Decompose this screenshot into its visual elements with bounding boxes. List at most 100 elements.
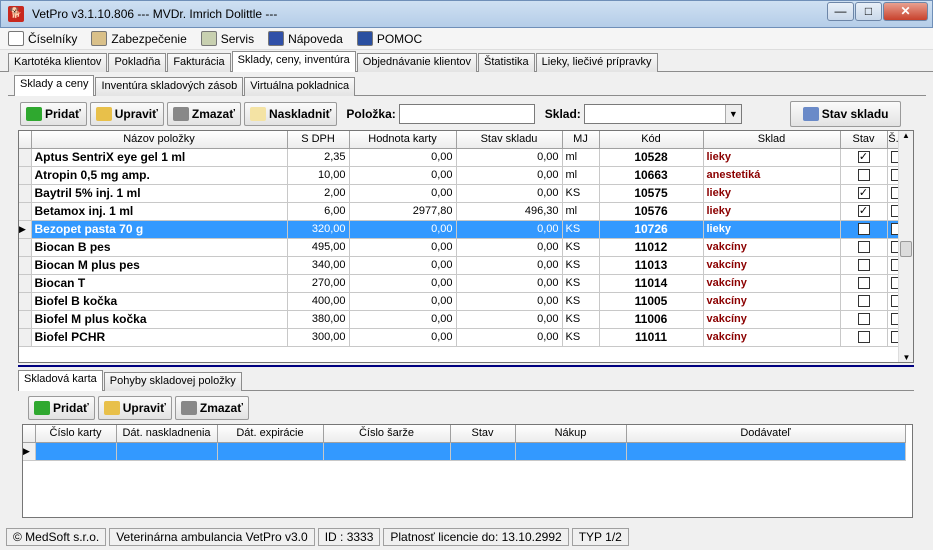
- checkbox-unchecked[interactable]: [857, 313, 870, 326]
- cell-stock[interactable]: 496,30: [456, 202, 563, 221]
- cell-card-value[interactable]: 0,00: [349, 184, 457, 203]
- cell-status[interactable]: ✓: [840, 202, 888, 221]
- delete-button[interactable]: Zmazať: [166, 102, 241, 126]
- cell-status[interactable]: ✓: [840, 220, 888, 239]
- cell-card-value[interactable]: 0,00: [349, 328, 457, 347]
- cell-stock[interactable]: 0,00: [456, 328, 563, 347]
- cell-unit[interactable]: KS: [562, 256, 600, 275]
- cell-code[interactable]: 11013: [599, 256, 704, 275]
- tab-virtualna-pokladnica[interactable]: Virtuálna pokladnica: [244, 77, 356, 96]
- cell-stock[interactable]: 0,00: [456, 256, 563, 275]
- cell-code[interactable]: 11012: [599, 238, 704, 257]
- cell-stock[interactable]: 0,00: [456, 148, 563, 167]
- cell-unit[interactable]: KS: [562, 328, 600, 347]
- col-expiry-date[interactable]: Dát. expirácie: [217, 425, 324, 443]
- cell-status[interactable]: [840, 256, 888, 275]
- cell-name[interactable]: Biocan B pes: [31, 238, 288, 257]
- cell-status[interactable]: [840, 292, 888, 311]
- cell-status[interactable]: [840, 310, 888, 329]
- col-unit[interactable]: MJ: [562, 131, 600, 149]
- cell-code[interactable]: 10663: [599, 166, 704, 185]
- cell-warehouse[interactable]: lieky: [703, 148, 841, 167]
- checkbox-checked[interactable]: ✓: [857, 151, 870, 164]
- col-batch[interactable]: Číslo šarže: [323, 425, 451, 443]
- cell-stock[interactable]: 0,00: [456, 166, 563, 185]
- cell-card-value[interactable]: 0,00: [349, 238, 457, 257]
- cell-name[interactable]: Betamox inj. 1 ml: [31, 202, 288, 221]
- cell-code[interactable]: 11011: [599, 328, 704, 347]
- cell-stock[interactable]: 0,00: [456, 292, 563, 311]
- menu-pomoc[interactable]: POMOC: [356, 31, 422, 46]
- card-cell[interactable]: [450, 442, 516, 461]
- cell-unit[interactable]: KS: [562, 310, 600, 329]
- cell-price[interactable]: 380,00: [287, 310, 350, 329]
- tab-sklady-ceny[interactable]: Sklady a ceny: [14, 75, 95, 96]
- cell-card-value[interactable]: 0,00: [349, 256, 457, 275]
- cell-name[interactable]: Biofel M plus kočka: [31, 310, 288, 329]
- table-row[interactable]: Biofel B kočka 400,00 0,00 0,00 KS 11005 vakcí…: [19, 292, 907, 311]
- cell-card-value[interactable]: 0,00: [349, 274, 457, 293]
- checkbox-unchecked[interactable]: [857, 277, 870, 290]
- cell-card-value[interactable]: 0,00: [349, 148, 457, 167]
- cell-warehouse[interactable]: vakcíny: [703, 238, 841, 257]
- table-row[interactable]: Biocan M plus pes 340,00 0,00 0,00 KS 11013 va…: [19, 256, 907, 275]
- cell-unit[interactable]: KS: [562, 238, 600, 257]
- table-row[interactable]: Biofel M plus kočka 380,00 0,00 0,00 KS 11006…: [19, 310, 907, 329]
- cell-warehouse[interactable]: vakcíny: [703, 292, 841, 311]
- cell-price[interactable]: 2,35: [287, 148, 350, 167]
- table-row[interactable]: Biocan T 270,00 0,00 0,00 KS 11014 vakcíny: [19, 274, 907, 293]
- table-row[interactable]: Biocan B pes 495,00 0,00 0,00 KS 11012 vakcíny: [19, 238, 907, 257]
- tab-statistika[interactable]: Štatistika: [478, 53, 535, 72]
- card-cell[interactable]: [116, 442, 218, 461]
- cell-stock[interactable]: 0,00: [456, 220, 563, 239]
- col-code[interactable]: Kód: [599, 131, 704, 149]
- chevron-down-icon[interactable]: ▼: [724, 105, 741, 123]
- cell-unit[interactable]: ml: [562, 148, 600, 167]
- tab-lieky[interactable]: Lieky, liečivé prípravky: [535, 53, 658, 72]
- tab-kartoteka[interactable]: Kartotéka klientov: [8, 53, 108, 72]
- table-row[interactable]: ▶ Bezopet pasta 70 g 320,00 0,00 0,00 KS 10726…: [19, 220, 907, 239]
- cell-name[interactable]: Biofel PCHR: [31, 328, 288, 347]
- tab-pohyby[interactable]: Pohyby skladovej položky: [103, 372, 242, 391]
- menu-napoveda[interactable]: Nápoveda: [268, 31, 343, 46]
- cell-name[interactable]: Biocan T: [31, 274, 288, 293]
- table-row[interactable]: Baytril 5% inj. 1 ml 2,00 0,00 0,00 KS 10575 l…: [19, 184, 907, 203]
- tab-inventura[interactable]: Inventúra skladových zásob: [95, 77, 244, 96]
- cell-warehouse[interactable]: vakcíny: [703, 310, 841, 329]
- card-add-button[interactable]: Pridať: [28, 396, 95, 420]
- cell-price[interactable]: 270,00: [287, 274, 350, 293]
- cell-price[interactable]: 320,00: [287, 220, 350, 239]
- card-cell[interactable]: [35, 442, 117, 461]
- checkbox-unchecked[interactable]: [857, 295, 870, 308]
- col-supplier[interactable]: Dodávateľ: [626, 425, 906, 443]
- cell-warehouse[interactable]: vakcíny: [703, 256, 841, 275]
- cell-status[interactable]: [840, 274, 888, 293]
- cell-price[interactable]: 340,00: [287, 256, 350, 275]
- col-name[interactable]: Názov položky: [31, 131, 288, 149]
- stock-in-button[interactable]: Naskladniť: [243, 102, 338, 126]
- checkbox-unchecked[interactable]: [857, 331, 870, 344]
- cell-price[interactable]: 400,00: [287, 292, 350, 311]
- cell-unit[interactable]: ml: [562, 202, 600, 221]
- cell-unit[interactable]: KS: [562, 274, 600, 293]
- cell-unit[interactable]: ml: [562, 166, 600, 185]
- cell-code[interactable]: 11005: [599, 292, 704, 311]
- scroll-down-icon[interactable]: ▼: [899, 353, 914, 362]
- col-warehouse[interactable]: Sklad: [703, 131, 841, 149]
- col-card-status[interactable]: Stav: [450, 425, 516, 443]
- cell-name[interactable]: Bezopet pasta 70 g: [31, 220, 288, 239]
- table-row[interactable]: Aptus SentriX eye gel 1 ml 2,35 0,00 0,00 ml…: [19, 148, 907, 167]
- cell-card-value[interactable]: 0,00: [349, 292, 457, 311]
- tab-pokladna[interactable]: Pokladňa: [108, 53, 167, 72]
- cell-status[interactable]: [840, 328, 888, 347]
- table-row[interactable]: Betamox inj. 1 ml 6,00 2977,80 496,30 ml 1057…: [19, 202, 907, 221]
- cell-status[interactable]: [840, 238, 888, 257]
- cell-name[interactable]: Biofel B kočka: [31, 292, 288, 311]
- cell-name[interactable]: Aptus SentriX eye gel 1 ml: [31, 148, 288, 167]
- close-button[interactable]: ✕: [883, 2, 928, 21]
- cell-card-value[interactable]: 0,00: [349, 166, 457, 185]
- col-purchase[interactable]: Nákup: [515, 425, 627, 443]
- table-row[interactable]: Atropin 0,5 mg amp. 10,00 0,00 0,00 ml 10663 a…: [19, 166, 907, 185]
- cell-stock[interactable]: 0,00: [456, 274, 563, 293]
- cell-warehouse[interactable]: anestetiká: [703, 166, 841, 185]
